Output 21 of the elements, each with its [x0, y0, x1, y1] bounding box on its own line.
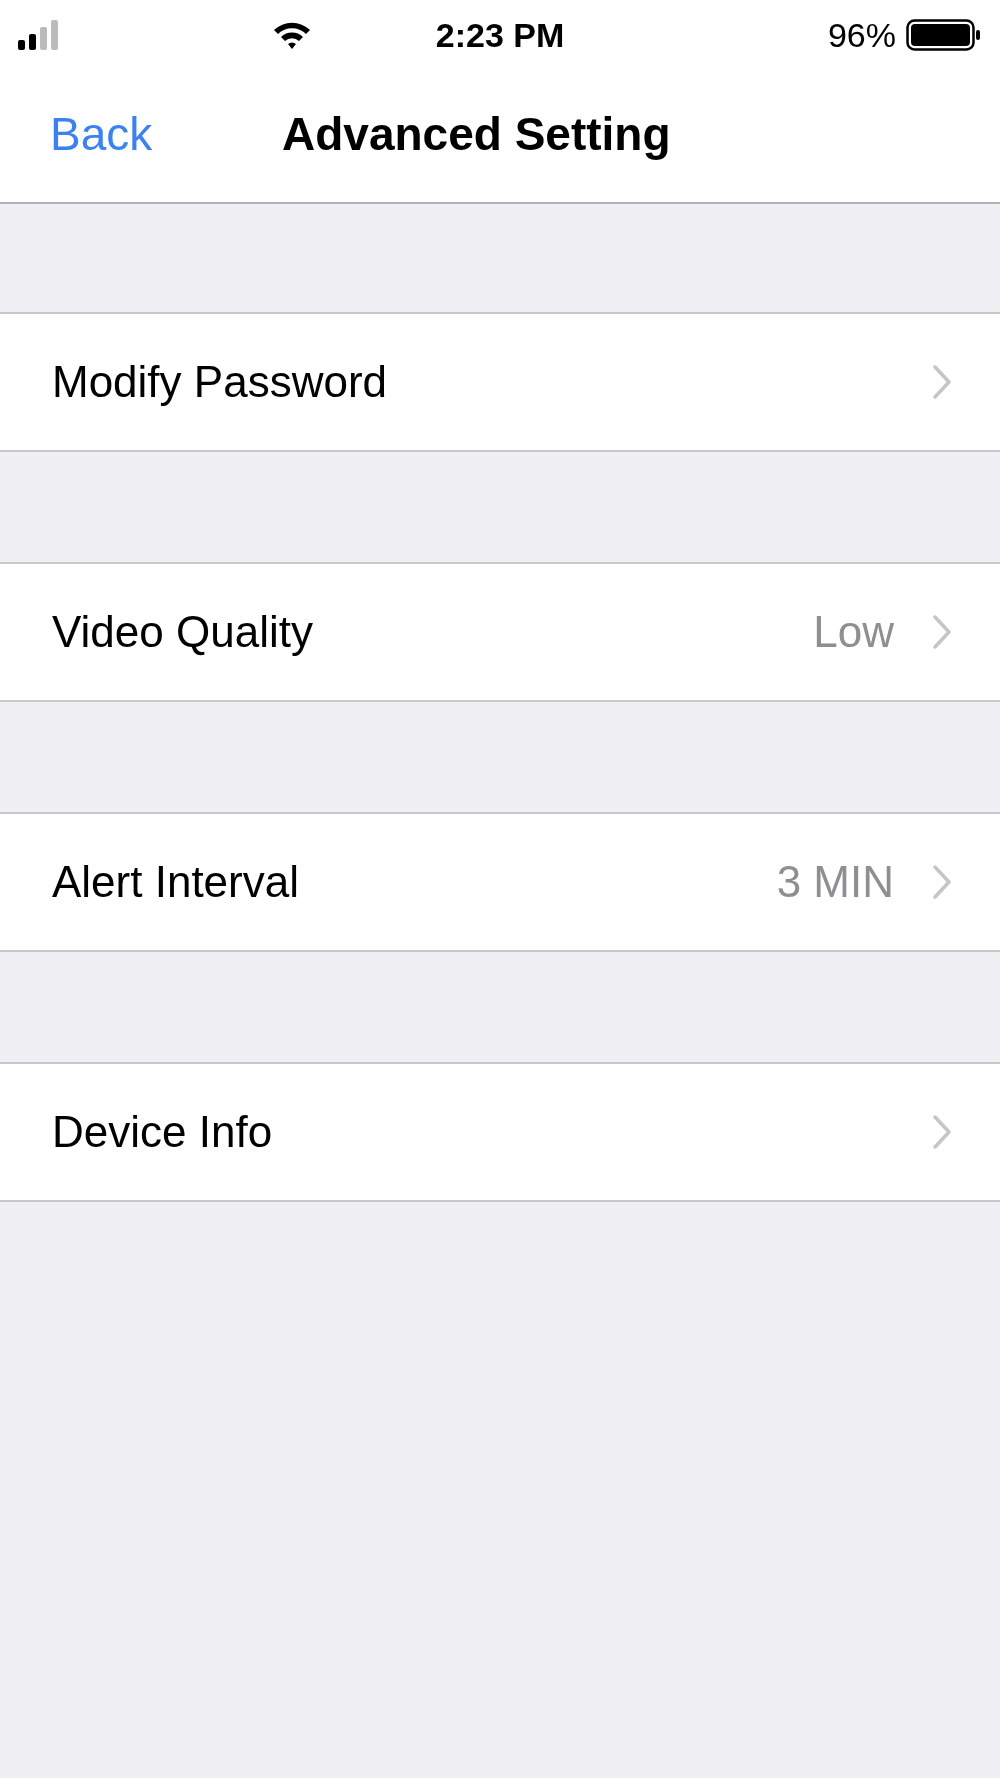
settings-row[interactable]: Alert Interval 3 MIN	[0, 812, 1000, 952]
settings-row[interactable]: Device Info	[0, 1062, 1000, 1202]
row-value: Low	[813, 607, 894, 657]
row-label: Modify Password	[52, 357, 387, 407]
row-label: Video Quality	[52, 607, 313, 657]
settings-row[interactable]: Video Quality Low	[0, 562, 1000, 702]
chevron-icon	[932, 1114, 952, 1150]
battery-percent: 96%	[827, 15, 896, 55]
chevron-icon	[932, 864, 952, 900]
chevron-icon	[932, 364, 952, 400]
row-value: 3 MIN	[776, 857, 894, 907]
wifi-icon	[272, 20, 312, 50]
nav-title: Advanced Setting	[282, 107, 671, 161]
battery-icon	[906, 19, 982, 51]
settings-row[interactable]: Modify Password	[0, 312, 1000, 452]
row-label: Alert Interval	[52, 857, 299, 907]
signal-icon	[18, 20, 60, 50]
back-button[interactable]: Back	[0, 107, 153, 161]
chevron-icon	[932, 614, 952, 650]
status-time: 2:23 PM	[435, 15, 565, 55]
row-label: Device Info	[52, 1107, 273, 1157]
